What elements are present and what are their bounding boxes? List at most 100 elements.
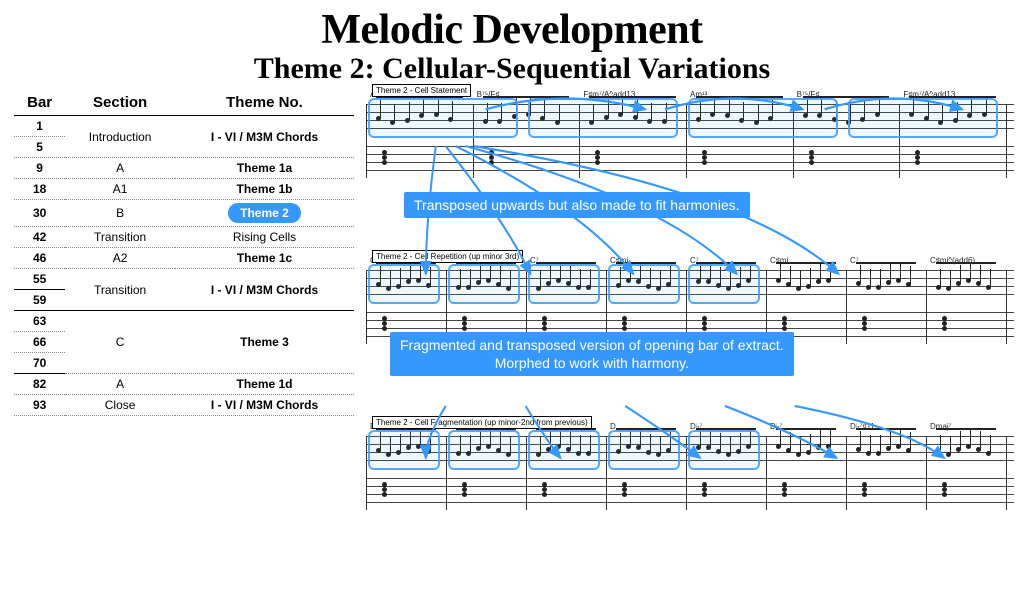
cell-bar: 1 xyxy=(14,116,65,137)
structure-table: Bar Section Theme No. 1Introduction I - V… xyxy=(14,92,354,590)
stem xyxy=(880,269,881,287)
cell-section: Transition xyxy=(65,269,175,311)
stem xyxy=(810,434,811,452)
stem xyxy=(970,262,971,280)
cell-highlight xyxy=(528,264,600,304)
system-label: Theme 2 - Cell Repetition (up minor 3rd) xyxy=(372,250,523,263)
cell-theme: I - VI / M3M Chords xyxy=(175,395,354,416)
cell-section: A1 xyxy=(65,179,175,200)
bass-note xyxy=(782,326,787,331)
stem xyxy=(940,435,941,453)
stem xyxy=(900,428,901,446)
bass-note xyxy=(622,326,627,331)
cell-theme: Theme 1c xyxy=(175,248,354,269)
stem xyxy=(980,431,981,449)
cell-bar: 9 xyxy=(14,158,65,179)
cell-theme: Theme 3 xyxy=(175,311,354,374)
cell-highlight xyxy=(848,98,998,138)
stem xyxy=(830,262,831,280)
bass-note xyxy=(382,326,387,331)
stem xyxy=(950,436,951,454)
stem xyxy=(910,266,911,284)
stem xyxy=(890,264,891,282)
cell-section: Close xyxy=(65,395,175,416)
staves: Am¹³B⁷⁵/F♯F♯m⁷/A^add13Am¹³B⁷⁵/F♯F♯m⁷/A^a… xyxy=(366,92,1014,182)
cell-section: A xyxy=(65,374,175,395)
beam xyxy=(936,262,996,264)
stem xyxy=(790,266,791,284)
cell-theme: Theme 2 xyxy=(175,200,354,227)
cell-highlight xyxy=(448,430,520,470)
cell-section: Introduction xyxy=(65,116,175,158)
stem xyxy=(950,270,951,288)
cell-theme: Theme 1a xyxy=(175,158,354,179)
barline xyxy=(846,436,847,510)
barline xyxy=(446,436,447,510)
bass-note xyxy=(942,492,947,497)
table-row: 82ATheme 1d xyxy=(14,374,354,395)
stem xyxy=(780,428,781,446)
score-system: Theme 2 - Cell StatementAm¹³B⁷⁵/F♯F♯m⁷/A… xyxy=(366,92,1014,242)
table-row: 42TransitionRising Cells xyxy=(14,227,354,248)
bass-note xyxy=(462,326,467,331)
stem xyxy=(780,262,781,280)
cell-highlight xyxy=(368,430,440,470)
stem xyxy=(880,435,881,453)
bass-note xyxy=(702,160,707,165)
stem xyxy=(800,436,801,454)
cell-highlight xyxy=(688,98,838,138)
beam xyxy=(776,428,836,430)
cell-highlight xyxy=(608,264,680,304)
stem xyxy=(940,269,941,287)
table-header-row: Bar Section Theme No. xyxy=(14,92,354,116)
barline xyxy=(1006,270,1007,344)
bass-note xyxy=(542,492,547,497)
bass-note xyxy=(542,326,547,331)
cell-bar: 5 xyxy=(14,137,65,158)
cell-bar: 82 xyxy=(14,374,65,395)
col-theme: Theme No. xyxy=(175,92,354,116)
bass-note xyxy=(702,326,707,331)
stem xyxy=(830,428,831,446)
bass-note xyxy=(702,492,707,497)
stem xyxy=(800,270,801,288)
system-label: Theme 2 - Cell Statement xyxy=(372,84,471,97)
theme-highlight-pill: Theme 2 xyxy=(228,203,301,223)
cell-highlight xyxy=(448,264,520,304)
barline xyxy=(526,436,527,510)
table-row: 9ATheme 1a xyxy=(14,158,354,179)
cell-highlight xyxy=(528,98,678,138)
system-label: Theme 2 - Cell Fragmentation (up minor-2… xyxy=(372,416,592,429)
stem xyxy=(960,265,961,283)
cell-bar: 46 xyxy=(14,248,65,269)
cell-section: Transition xyxy=(65,227,175,248)
bass-note xyxy=(622,492,627,497)
bass-note xyxy=(942,326,947,331)
barline xyxy=(366,104,367,178)
table-row: 63CTheme 3 xyxy=(14,311,354,332)
stem xyxy=(870,435,871,453)
stem xyxy=(810,268,811,286)
barline xyxy=(366,436,367,510)
cell-bar: 55 xyxy=(14,269,65,290)
stem xyxy=(820,429,821,447)
beam xyxy=(856,428,916,430)
page-subtitle: Theme 2: Cellular-Sequential Variations xyxy=(0,52,1024,86)
cell-section: A xyxy=(65,158,175,179)
staves: D♭⁷C⁷D♭⁷♯11DD♭⁷D♭⁷D♭⁷♯11Dmaj⁷ xyxy=(366,424,1014,514)
stem xyxy=(900,262,901,280)
score-area: Theme 2 - Cell StatementAm¹³B⁷⁵/F♯F♯m⁷/A… xyxy=(366,92,1014,590)
barline xyxy=(366,270,367,344)
cell-theme: I - VI / M3M Chords xyxy=(175,269,354,311)
barline xyxy=(1006,104,1007,178)
beam xyxy=(936,428,996,430)
header: Melodic Development Theme 2: Cellular-Se… xyxy=(0,0,1024,88)
bass-note xyxy=(862,326,867,331)
table-row: 46A2Theme 1c xyxy=(14,248,354,269)
cell-bar: 18 xyxy=(14,179,65,200)
cell-bar: 59 xyxy=(14,290,65,311)
stem xyxy=(990,269,991,287)
table-row: 55TransitionI - VI / M3M Chords xyxy=(14,269,354,290)
beam xyxy=(856,262,916,264)
cell-theme: Theme 1d xyxy=(175,374,354,395)
